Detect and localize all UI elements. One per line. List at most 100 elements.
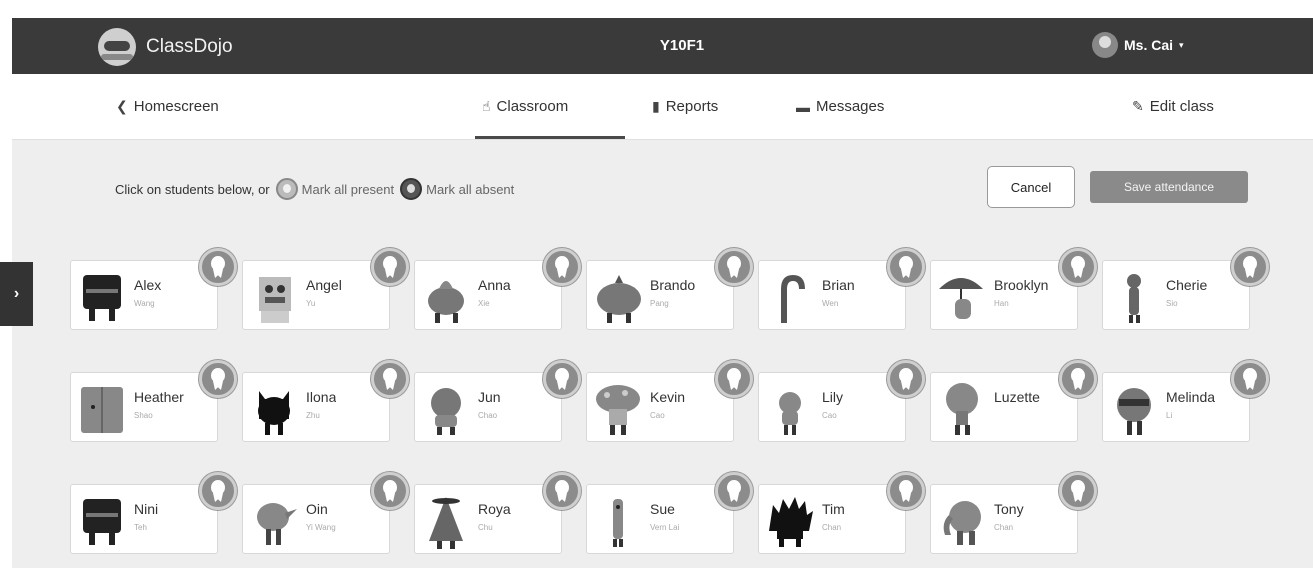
attendance-status-icon[interactable]: [371, 248, 409, 286]
student-card[interactable]: Heather Shao: [70, 360, 237, 442]
cancel-button[interactable]: Cancel: [987, 166, 1075, 208]
tab-classroom[interactable]: ☝ Classroom: [482, 98, 568, 115]
student-last-name: Teh: [134, 523, 147, 532]
chat-bubble-icon: ▬: [796, 98, 810, 115]
attendance-status-icon[interactable]: [543, 248, 581, 286]
student-avatar-icon: [77, 491, 127, 553]
student-first-name: Tony: [994, 501, 1024, 517]
student-card[interactable]: Cherie Sio: [1102, 248, 1269, 330]
attendance-status-icon[interactable]: [199, 472, 237, 510]
reports-label: Reports: [665, 98, 719, 115]
student-avatar-icon: [765, 267, 815, 329]
attendance-status-icon[interactable]: [371, 360, 409, 398]
student-last-name: Shao: [134, 411, 153, 420]
homescreen-link[interactable]: ❮ Homescreen: [116, 98, 219, 115]
attendance-status-icon[interactable]: [371, 472, 409, 510]
user-menu[interactable]: Ms. Cai ▾: [1092, 32, 1184, 58]
student-card[interactable]: Sue Vern Lai: [586, 472, 753, 554]
student-avatar-icon: [77, 267, 127, 329]
student-card[interactable]: Roya Chu: [414, 472, 581, 554]
student-first-name: Brian: [822, 277, 855, 293]
edit-class-link[interactable]: ✎ Edit class: [1132, 98, 1214, 115]
student-card[interactable]: Lily Cao: [758, 360, 925, 442]
student-avatar-icon: [593, 379, 643, 441]
student-last-name: Yi Wang: [306, 523, 336, 532]
attendance-status-icon[interactable]: [1059, 472, 1097, 510]
attendance-status-icon[interactable]: [543, 360, 581, 398]
student-first-name: Lily: [822, 389, 844, 405]
student-avatar-icon: [421, 379, 471, 441]
user-avatar-icon: [1092, 32, 1118, 58]
student-card[interactable]: Anna Xie: [414, 248, 581, 330]
attendance-status-icon[interactable]: [199, 248, 237, 286]
attendance-status-icon[interactable]: [715, 248, 753, 286]
student-card[interactable]: Brooklyn Han: [930, 248, 1097, 330]
student-avatar-icon: [249, 491, 299, 553]
student-card[interactable]: Luzette: [930, 360, 1097, 442]
student-card[interactable]: Jun Chao: [414, 360, 581, 442]
homescreen-label: Homescreen: [133, 98, 219, 115]
student-avatar-icon: [1109, 379, 1159, 441]
student-first-name: Brando: [650, 277, 696, 293]
student-card[interactable]: Oin Yi Wang: [242, 472, 409, 554]
student-card[interactable]: Brian Wen: [758, 248, 925, 330]
chevron-right-icon: ›: [13, 285, 20, 302]
student-card[interactable]: Tim Chan: [758, 472, 925, 554]
student-card[interactable]: Ilona Zhu: [242, 360, 409, 442]
student-card[interactable]: Angel Yu: [242, 248, 409, 330]
present-icon: [275, 178, 298, 200]
student-last-name: Han: [994, 299, 1009, 308]
student-last-name: Chan: [822, 523, 842, 532]
student-last-name: Chao: [478, 411, 498, 420]
student-card[interactable]: Brando Pang: [586, 248, 753, 330]
mark-all-present-button[interactable]: Mark all present: [275, 178, 395, 200]
save-attendance-button[interactable]: Save attendance: [1090, 171, 1248, 203]
student-first-name: Heather: [134, 389, 184, 405]
student-last-name: Sio: [1166, 299, 1178, 308]
classroom-label: Classroom: [496, 98, 569, 115]
student-first-name: Angel: [306, 277, 342, 293]
attendance-status-icon[interactable]: [1231, 248, 1269, 286]
student-last-name: Xie: [478, 299, 490, 308]
attendance-instruction: Click on students below, or Mark all pre…: [115, 178, 514, 200]
attendance-status-icon[interactable]: [543, 472, 581, 510]
attendance-status-icon[interactable]: [715, 360, 753, 398]
student-avatar-icon: [421, 267, 471, 329]
mark-all-absent-button[interactable]: Mark all absent: [400, 178, 514, 200]
attendance-status-icon[interactable]: [1059, 360, 1097, 398]
student-last-name: Wen: [822, 299, 839, 308]
student-card[interactable]: Kevin Cao: [586, 360, 753, 442]
attendance-status-icon[interactable]: [1059, 248, 1097, 286]
student-avatar-icon: [937, 379, 987, 441]
student-last-name: Vern Lai: [650, 523, 680, 532]
student-last-name: Chan: [994, 523, 1014, 532]
attendance-status-icon[interactable]: [887, 472, 925, 510]
tab-messages[interactable]: ▬ Messages: [796, 98, 884, 115]
student-first-name: Kevin: [650, 389, 686, 405]
attendance-status-icon[interactable]: [715, 472, 753, 510]
student-avatar-icon: [249, 379, 299, 441]
student-first-name: Roya: [478, 501, 511, 517]
student-card[interactable]: Tony Chan: [930, 472, 1097, 554]
student-avatar-icon: [937, 491, 987, 553]
student-card[interactable]: Melinda Li: [1102, 360, 1269, 442]
attendance-status-icon[interactable]: [199, 360, 237, 398]
student-first-name: Sue: [650, 501, 675, 517]
top-bar: ClassDojo Y10F1 Ms. Cai ▾: [12, 18, 1313, 74]
student-last-name: Zhu: [306, 411, 320, 420]
user-name: Ms. Cai: [1124, 37, 1174, 53]
pencil-icon: ✎: [1132, 98, 1144, 114]
class-title: Y10F1: [659, 37, 705, 54]
attendance-status-icon[interactable]: [887, 248, 925, 286]
student-card[interactable]: Alex Wang: [70, 248, 237, 330]
student-card[interactable]: Nini Teh: [70, 472, 237, 554]
brand-name: ClassDojo: [146, 36, 233, 57]
sidebar-toggle-button[interactable]: ›: [0, 262, 33, 326]
tab-reports[interactable]: ▮ Reports: [652, 98, 718, 115]
student-first-name: Melinda: [1166, 389, 1216, 405]
attendance-status-icon[interactable]: [1231, 360, 1269, 398]
student-avatar-icon: [765, 379, 815, 441]
attendance-status-icon[interactable]: [887, 360, 925, 398]
mark-all-present-label: Mark all present: [301, 181, 395, 197]
brand[interactable]: ClassDojo: [98, 28, 233, 66]
